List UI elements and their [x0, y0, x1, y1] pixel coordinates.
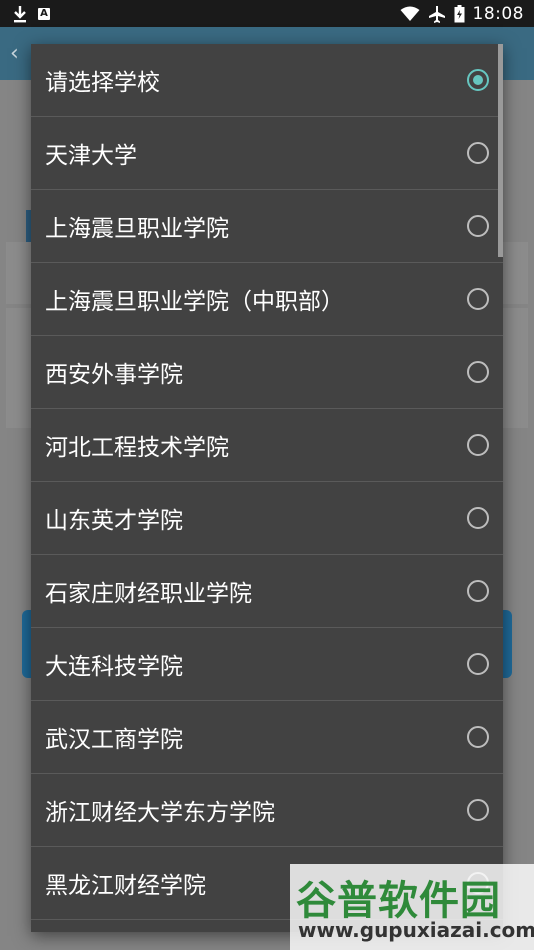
school-options-list: 请选择学校天津大学上海震旦职业学院上海震旦职业学院（中职部） 西安外事学院河北工程… [31, 44, 503, 932]
school-option-label: 上海震旦职业学院 [45, 216, 229, 242]
school-option[interactable]: 大连科技学院 [31, 628, 503, 701]
school-option[interactable]: 河北工程技术学院 [31, 409, 503, 482]
watermark-url: www.gupuxiazai.com [298, 918, 534, 942]
scrollbar-thumb[interactable] [498, 44, 503, 257]
school-option[interactable]: 西安外事学院 [31, 336, 503, 409]
status-bar-right: 18:08 [400, 4, 525, 24]
radio-unchecked-icon[interactable] [467, 580, 489, 602]
radio-unchecked-icon[interactable] [467, 653, 489, 675]
school-option-label: 天津大学 [45, 143, 137, 169]
school-option[interactable]: 山东英才学院 [31, 482, 503, 555]
radio-unchecked-icon[interactable] [467, 361, 489, 383]
radio-unchecked-icon[interactable] [467, 799, 489, 821]
school-option-label: 请选择学校 [45, 70, 160, 96]
watermark-logo: 谷普软件园 www.gupuxiazai.com [290, 864, 534, 950]
status-time: 18:08 [472, 3, 524, 24]
school-option-label: 西安外事学院 [45, 362, 183, 388]
school-option[interactable]: 上海震旦职业学院（中职部） [31, 263, 503, 336]
status-bar-left: A [12, 5, 50, 23]
school-option[interactable]: 武汉工商学院 [31, 701, 503, 774]
status-bar: A 18:08 [0, 0, 534, 27]
school-option-label: 武汉工商学院 [45, 727, 183, 753]
screen: A 18:08 ‹ 请选择学校 天津大学 上海震旦职业学院 上海震旦职业学院（中… [0, 0, 534, 950]
school-option-label: 山东英才学院 [45, 508, 183, 534]
radio-dot-icon [473, 75, 483, 85]
school-option[interactable]: 天津大学 [31, 117, 503, 190]
download-icon [12, 5, 28, 23]
radio-checked-icon[interactable] [467, 69, 489, 91]
back-arrow-icon: ‹ [10, 41, 19, 66]
radio-unchecked-icon[interactable] [467, 507, 489, 529]
school-option[interactable]: 上海震旦职业学院 [31, 190, 503, 263]
app-notification-icon: A [38, 7, 50, 20]
school-option-label: 上海震旦职业学院（中职部） [45, 289, 344, 315]
school-option[interactable]: 请选择学校 [31, 44, 503, 117]
school-option[interactable]: 浙江财经大学东方学院 [31, 774, 503, 847]
school-option-label: 河北工程技术学院 [45, 435, 229, 461]
battery-icon [454, 4, 465, 23]
wifi-icon [400, 6, 420, 22]
airplane-mode-icon [428, 5, 446, 23]
radio-unchecked-icon[interactable] [467, 142, 489, 164]
radio-unchecked-icon[interactable] [467, 288, 489, 310]
school-option-label: 石家庄财经职业学院 [45, 581, 252, 607]
school-option-label: 大连科技学院 [45, 654, 183, 680]
school-option[interactable]: 石家庄财经职业学院 [31, 555, 503, 628]
radio-unchecked-icon[interactable] [467, 434, 489, 456]
radio-unchecked-icon[interactable] [467, 726, 489, 748]
radio-unchecked-icon[interactable] [467, 215, 489, 237]
school-option-label: 浙江财经大学东方学院 [45, 800, 275, 826]
school-select-dialog: 请选择学校天津大学上海震旦职业学院上海震旦职业学院（中职部） 西安外事学院河北工程… [31, 44, 503, 932]
